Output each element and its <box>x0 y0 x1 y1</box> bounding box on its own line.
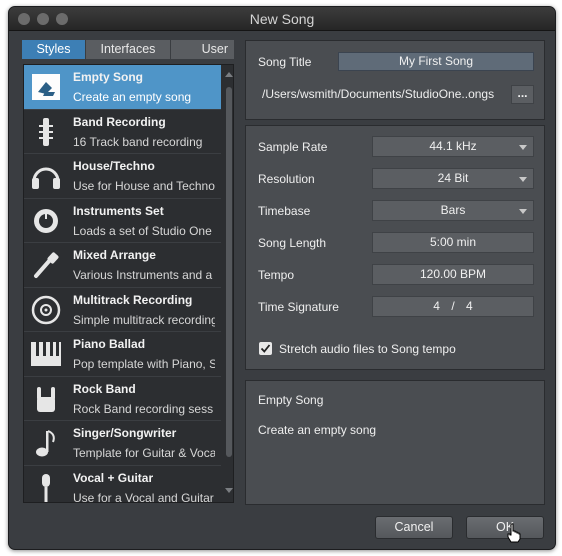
drumstick-icon <box>28 115 64 149</box>
list-item-piano-ballad[interactable]: Piano Ballad Pop template with Piano, S <box>24 332 221 377</box>
template-desc: Rock Band recording sess <box>73 401 214 416</box>
window-title: New Song <box>249 11 315 27</box>
headphones-icon <box>28 159 64 193</box>
template-name: Band Recording <box>73 114 166 129</box>
timebase-select[interactable]: Bars <box>372 200 534 221</box>
browse-button[interactable]: ... <box>511 85 534 104</box>
timebase-value: Bars <box>440 203 466 217</box>
template-name: Singer/Songwriter <box>73 426 177 440</box>
scrollbar-thumb[interactable] <box>226 87 232 457</box>
template-name: Instruments Set <box>73 203 164 218</box>
template-desc: Simple multitrack recording <box>73 312 215 327</box>
new-song-dialog: New Song Styles Interfaces User Empty So… <box>8 6 556 550</box>
scroll-down-arrow-icon[interactable] <box>225 488 233 493</box>
time-signature-denominator: 4 <box>466 299 473 313</box>
template-desc: Loads a set of Studio One <box>73 223 212 238</box>
timebase-label: Timebase <box>258 204 311 218</box>
template-desc: Use for a Vocal and Guitar <box>73 490 214 503</box>
template-desc: Create an empty song <box>73 90 192 104</box>
template-name: Mixed Arrange <box>73 248 156 262</box>
ok-button[interactable]: OK <box>466 516 544 539</box>
list-item-multitrack-recording[interactable]: Multitrack Recording Simple multitrack r… <box>24 288 221 332</box>
template-description-panel: Empty Song Create an empty song <box>245 380 545 505</box>
song-title-input[interactable]: My First Song <box>338 52 534 71</box>
list-item-singer-songwriter[interactable]: Singer/Songwriter Template for Guitar & … <box>24 421 221 466</box>
template-name: Vocal + Guitar <box>73 470 154 485</box>
stretch-audio-checkbox[interactable] <box>259 342 272 355</box>
template-desc: Template for Guitar & Voca <box>73 446 215 460</box>
tab-styles[interactable]: Styles <box>22 40 86 59</box>
resolution-label: Resolution <box>258 172 315 186</box>
disc-icon <box>28 293 64 327</box>
sample-rate-value: 44.1 kHz <box>429 139 477 153</box>
time-signature-input[interactable]: 4 / 4 <box>372 296 534 317</box>
template-desc: 16 Track band recording <box>73 134 203 149</box>
rock-hand-icon <box>28 382 64 416</box>
sample-rate-select[interactable]: 44.1 kHz <box>372 136 534 157</box>
chevron-down-icon <box>519 209 527 214</box>
description-title: Empty Song <box>258 393 324 407</box>
hand-cursor-icon <box>507 523 521 543</box>
chevron-down-icon <box>519 177 527 182</box>
tab-interfaces[interactable]: Interfaces <box>86 40 171 59</box>
template-desc: Pop template with Piano, S <box>73 357 215 371</box>
tab-user[interactable]: User <box>171 40 234 59</box>
template-list[interactable]: Empty Song Create an empty song Band Rec… <box>23 64 234 503</box>
list-item-empty-song[interactable]: Empty Song Create an empty song <box>24 65 221 110</box>
song-length-label: Song Length <box>258 236 327 250</box>
tempo-input[interactable]: 120.00 BPM <box>372 264 534 285</box>
template-name: Multitrack Recording <box>73 292 193 307</box>
song-title-panel: Song Title My First Song /Users/wsmith/D… <box>245 40 545 120</box>
template-list-scrollbar[interactable] <box>224 65 233 502</box>
microphone-icon <box>28 471 64 503</box>
song-length-input[interactable]: 5:00 min <box>372 232 534 253</box>
song-settings-panel: Sample Rate 44.1 kHz Resolution 24 Bit T… <box>245 125 545 370</box>
template-name: Empty Song <box>73 70 144 84</box>
stretch-audio-label[interactable]: Stretch audio files to Song tempo <box>279 342 456 356</box>
template-tabs: Styles Interfaces User <box>22 40 234 59</box>
time-signature-numerator: 4 <box>433 299 440 313</box>
description-text: Create an empty song <box>258 423 377 437</box>
time-signature-separator: / <box>451 299 455 313</box>
cancel-button[interactable]: Cancel <box>375 516 453 539</box>
tempo-label: Tempo <box>258 268 295 282</box>
template-name: Piano Ballad <box>73 337 146 351</box>
list-item-rock-band[interactable]: Rock Band Rock Band recording sess <box>24 377 221 421</box>
list-item-house-techno[interactable]: House/Techno Use for House and Techno <box>24 154 221 199</box>
resolution-value: 24 Bit <box>437 171 469 185</box>
empty-song-icon <box>28 70 64 104</box>
music-note-icon <box>28 426 64 460</box>
list-item-band-recording[interactable]: Band Recording 16 Track band recording <box>24 110 221 154</box>
title-bar: New Song <box>9 7 555 31</box>
template-desc: Various Instruments and a <box>73 268 213 282</box>
sample-rate-label: Sample Rate <box>258 140 328 154</box>
piano-keys-icon <box>28 337 64 371</box>
chevron-down-icon <box>519 145 527 150</box>
list-item-mixed-arrange[interactable]: Mixed Arrange Various Instruments and a <box>24 243 221 288</box>
guitar-cable-icon <box>28 248 64 282</box>
resolution-select[interactable]: 24 Bit <box>372 168 534 189</box>
template-desc: Use for House and Techno <box>73 179 215 193</box>
checkmark-icon <box>260 344 271 353</box>
template-name: House/Techno <box>73 159 155 173</box>
template-name: Rock Band <box>73 381 136 396</box>
list-item-instruments-set[interactable]: Instruments Set Loads a set of Studio On… <box>24 199 221 243</box>
song-path: /Users/wsmith/Documents/StudioOne..ongs <box>262 87 495 101</box>
song-title-label: Song Title <box>258 55 312 69</box>
knob-icon <box>28 204 64 238</box>
list-item-vocal-guitar[interactable]: Vocal + Guitar Use for a Vocal and Guita… <box>24 466 221 503</box>
time-signature-label: Time Signature <box>258 300 339 314</box>
scroll-up-arrow-icon[interactable] <box>225 72 233 77</box>
